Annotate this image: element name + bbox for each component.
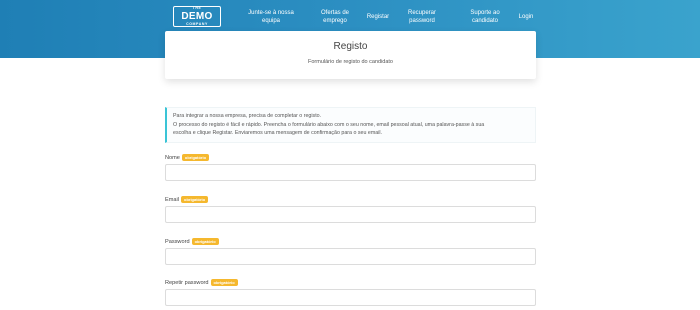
logo-bottom-text: COMPANY — [186, 21, 208, 26]
repeat-password-input[interactable] — [165, 289, 536, 306]
password-label: Password obrigatório — [165, 238, 219, 245]
company-logo[interactable]: THE DEMO COMPANY — [173, 6, 221, 27]
logo-top-text: THE — [192, 6, 202, 10]
info-line-2: O processo do registo é fácil e rápido. … — [173, 121, 485, 128]
nav-candidate-support[interactable]: Suporte ao candidato — [463, 9, 507, 25]
required-badge: obrigatório — [191, 238, 219, 245]
page-title: Registo — [333, 41, 368, 52]
password-input[interactable] — [165, 248, 536, 265]
email-input[interactable] — [165, 206, 536, 223]
required-badge: obrigatório — [181, 196, 209, 203]
nav-register[interactable]: Registar — [364, 13, 392, 21]
name-label: Nome obrigatório — [165, 154, 210, 161]
info-line-3: escolha e clique Registar. Enviaremos um… — [173, 130, 383, 136]
nav-login[interactable]: Login — [514, 13, 538, 21]
name-input[interactable] — [165, 164, 536, 181]
required-badge: obrigatório — [210, 279, 238, 286]
repeat-password-label: Repetir password obrigatório — [165, 279, 238, 286]
registration-info-box: Para integrar a nossa empresa, precisa d… — [165, 107, 536, 143]
page-title-card: Registo Formulário de registo do candida… — [165, 31, 536, 79]
nav-job-offers[interactable]: Ofertas de emprego — [314, 9, 356, 25]
logo-main-text: DEMO — [181, 10, 213, 22]
nav-join-team[interactable]: Junte-se à nossa equipa — [243, 9, 299, 25]
nav-recover-password[interactable]: Recuperar password — [402, 9, 442, 25]
required-badge: obrigatório — [181, 154, 210, 161]
email-label: Email obrigatório — [165, 196, 209, 203]
page-subtitle: Formulário de registo do candidato — [308, 59, 393, 65]
info-line-1: Para integrar a nossa empresa, precisa d… — [173, 113, 322, 119]
